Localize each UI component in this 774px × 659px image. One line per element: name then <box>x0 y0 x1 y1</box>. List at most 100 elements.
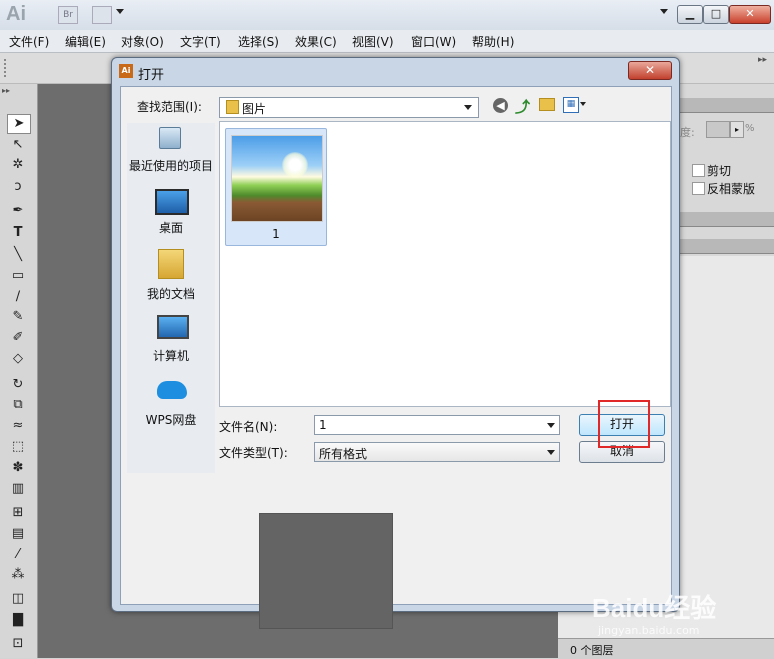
maximize-button[interactable]: □ <box>703 5 729 24</box>
column-graph-2-icon[interactable]: ▇ <box>7 611 29 629</box>
control-bar-grip[interactable] <box>4 59 10 77</box>
chevron-down-icon[interactable] <box>116 9 124 14</box>
menu-effect[interactable]: 效果(C) <box>295 33 337 50</box>
menu-type[interactable]: 文字(T) <box>180 33 221 50</box>
new-folder-icon[interactable] <box>539 98 555 111</box>
bridge-button[interactable]: Br <box>58 6 78 24</box>
place-computer-label: 计算机 <box>152 349 189 363</box>
back-icon[interactable]: ◀ <box>493 98 508 113</box>
arrange-documents-icon[interactable] <box>92 6 112 24</box>
direct-selection-tool-icon[interactable]: ↖ <box>7 136 29 154</box>
slice-tool-icon[interactable]: ⊡ <box>7 635 29 653</box>
open-dialog: Ai 打开 ✕ 查找范围(I): 图片 ◀ ⤴ ▦ 最近使用的项目 桌面 我的文… <box>111 57 680 629</box>
folder-icon <box>226 100 239 114</box>
dialog-title: 打开 <box>138 68 165 83</box>
panel-expand-icon[interactable]: ▸▸ <box>758 55 767 65</box>
place-recent[interactable]: 最近使用的项目 <box>127 125 215 177</box>
rotate-tool-icon[interactable]: ↻ <box>7 376 29 394</box>
preview-pane <box>259 513 393 629</box>
layers-count: 0 个图层 <box>570 644 614 657</box>
place-recent-label: 最近使用的项目 <box>128 159 213 173</box>
layers-panel-footer: 0 个图层 <box>558 638 774 659</box>
menu-view[interactable]: 视图(V) <box>352 33 394 50</box>
file-thumbnail <box>231 135 323 222</box>
view-chevron-icon[interactable] <box>580 102 586 106</box>
view-menu-icon[interactable]: ▦ <box>563 97 579 113</box>
opacity-label: 度: <box>680 126 695 139</box>
invert-mask-checkbox[interactable] <box>692 182 705 195</box>
lasso-tool-icon[interactable]: ↄ <box>7 178 29 196</box>
pencil-tool-icon[interactable]: ✎ <box>7 308 29 326</box>
eyedropper-tool-icon[interactable]: ⁄ <box>7 546 29 564</box>
free-transform-tool-icon[interactable]: ⬚ <box>7 438 29 456</box>
rectangle-tool-icon[interactable]: ▭ <box>7 267 29 285</box>
blend-tool-icon[interactable]: ⁂ <box>7 566 29 584</box>
dialog-body: 查找范围(I): 图片 ◀ ⤴ ▦ 最近使用的项目 桌面 我的文档 计算机 WP… <box>120 86 672 629</box>
file-type-select[interactable]: 所有格式 <box>314 442 560 462</box>
line-tool-icon[interactable]: ╲ <box>7 246 29 264</box>
ai-app-icon: Ai <box>119 64 133 78</box>
highlight-box <box>598 400 650 448</box>
toolbox: ▸▸ ➤ ↖ ✲ ↄ ✒ T ╲ ▭ ∕ ✎ ✐ ◇ ↻ ⧉ ≈ ⬚ ✽ ▥ ⊞… <box>0 84 38 658</box>
workspace-chevron-icon[interactable] <box>660 9 668 14</box>
minimize-button[interactable]: ▁ <box>677 5 703 24</box>
toolbox-collapse-icon[interactable]: ▸▸ <box>2 86 10 95</box>
blob-brush-tool-icon[interactable]: ✐ <box>7 329 29 347</box>
dialog-close-button[interactable]: ✕ <box>628 61 672 80</box>
close-button[interactable]: ✕ <box>729 5 771 24</box>
invert-mask-label: 反相蒙版 <box>707 182 756 196</box>
file-type-value: 所有格式 <box>319 447 368 461</box>
computer-icon <box>157 315 189 339</box>
place-wps[interactable]: WPS网盘 <box>127 375 215 431</box>
scale-tool-icon[interactable]: ⧉ <box>7 396 29 414</box>
opacity-field[interactable] <box>706 121 730 138</box>
app-titlebar: Ai Br ▁ □ ✕ <box>0 0 774 30</box>
file-name-label: 1 <box>272 227 280 241</box>
place-desktop-label: 桌面 <box>158 221 183 235</box>
mesh-tool-icon[interactable]: ⊞ <box>7 504 29 522</box>
recent-items-icon <box>159 127 181 149</box>
gradient-tool-icon[interactable]: ▤ <box>7 525 29 543</box>
menu-file[interactable]: 文件(F) <box>9 33 49 50</box>
place-computer[interactable]: 计算机 <box>127 313 215 369</box>
up-folder-icon[interactable]: ⤴ <box>515 96 530 117</box>
my-documents-icon <box>158 249 184 279</box>
place-desktop[interactable]: 桌面 <box>127 187 215 239</box>
eraser-tool-icon[interactable]: ◇ <box>7 350 29 368</box>
menu-select[interactable]: 选择(S) <box>238 33 279 50</box>
menu-help[interactable]: 帮助(H) <box>472 33 514 50</box>
menu-edit[interactable]: 编辑(E) <box>65 33 106 50</box>
menu-object[interactable]: 对象(O) <box>121 33 164 50</box>
places-bar: 最近使用的项目 桌面 我的文档 计算机 WPS网盘 <box>127 123 215 473</box>
file-list[interactable]: 1 <box>219 121 671 407</box>
opacity-arrow-icon[interactable]: ▸ <box>730 121 744 138</box>
type-tool-icon[interactable]: T <box>7 224 29 242</box>
illustrator-logo: Ai <box>6 3 26 25</box>
column-graph-tool-icon[interactable]: ▥ <box>7 480 29 498</box>
pen-tool-icon[interactable]: ✒ <box>7 202 29 220</box>
chevron-down-icon <box>464 105 472 110</box>
live-paint-tool-icon[interactable]: ◫ <box>7 590 29 608</box>
file-name-input[interactable]: 1 <box>314 415 560 435</box>
chevron-down-icon[interactable] <box>547 423 555 428</box>
selection-tool-icon[interactable]: ➤ <box>7 114 31 134</box>
file-item[interactable]: 1 <box>225 128 327 246</box>
file-name-field-label: 文件名(N): <box>219 420 278 434</box>
symbol-sprayer-tool-icon[interactable]: ✽ <box>7 459 29 477</box>
place-documents-label: 我的文档 <box>146 287 195 301</box>
percent-sign: % <box>745 123 755 134</box>
look-in-select[interactable]: 图片 <box>219 97 479 118</box>
place-wps-label: WPS网盘 <box>145 413 197 427</box>
place-documents[interactable]: 我的文档 <box>127 247 215 303</box>
warp-tool-icon[interactable]: ≈ <box>7 417 29 435</box>
baidu-watermark: Baidu经验 <box>592 593 717 623</box>
menu-window[interactable]: 窗口(W) <box>411 33 456 50</box>
look-in-value: 图片 <box>242 102 267 116</box>
look-in-label: 查找范围(I): <box>137 100 202 114</box>
file-type-label: 文件类型(T): <box>219 446 288 460</box>
clip-checkbox[interactable] <box>692 164 705 177</box>
magic-wand-tool-icon[interactable]: ✲ <box>7 156 29 174</box>
thumbnail-sun <box>282 152 308 178</box>
paintbrush-tool-icon[interactable]: ∕ <box>7 288 29 306</box>
wps-cloud-icon <box>157 381 187 399</box>
